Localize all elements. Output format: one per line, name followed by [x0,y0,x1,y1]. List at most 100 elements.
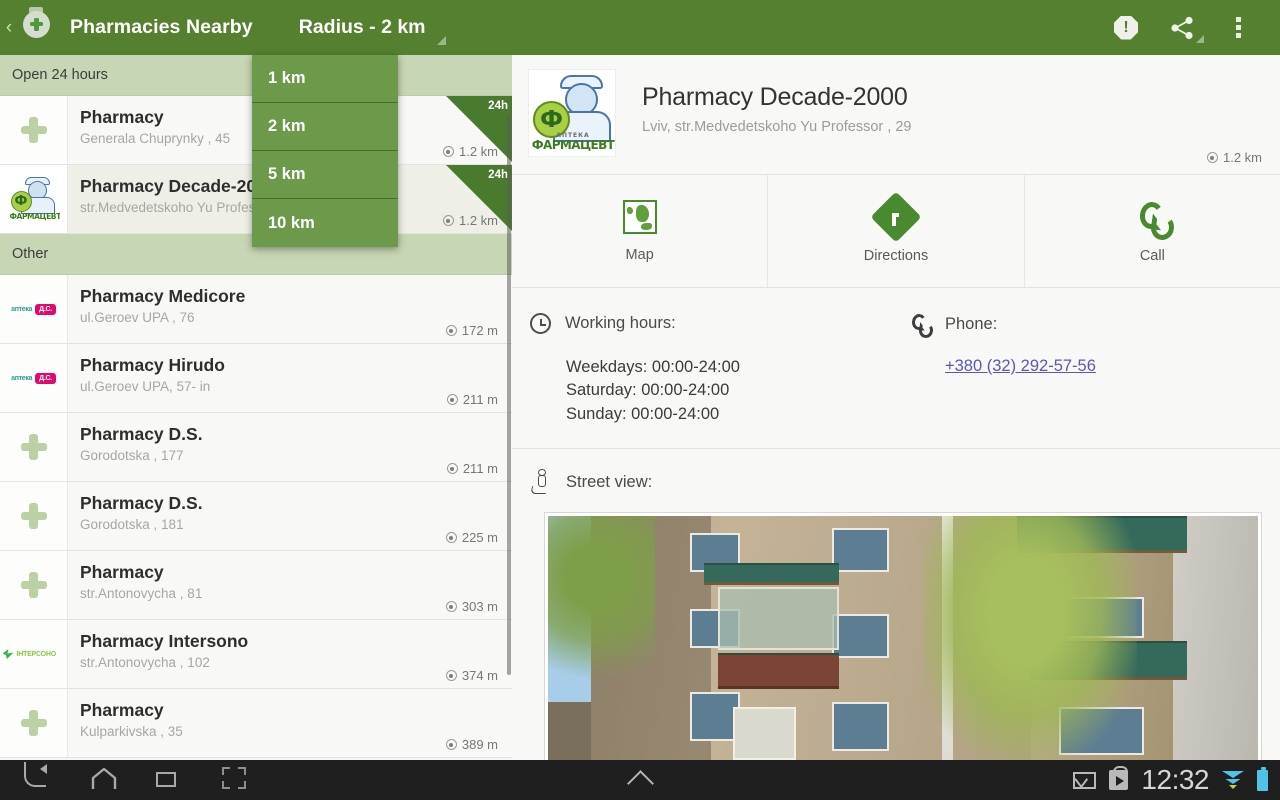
working-hours-label: Working hours: [565,314,676,332]
phone-block: Phone: +380 (32) 292-57-56 [901,313,1280,426]
target-icon [446,394,458,405]
detail-header: АПТЕКА ФАРМАЦЕВТ Pharmacy Decade-2000 Lv… [512,55,1280,175]
list-item-body: Pharmacy Medicore ul.Geroev UPA , 76 172… [68,275,512,343]
street-view-header: Street view: [529,469,1280,495]
list-item-name: Pharmacy [80,700,164,720]
back-button[interactable] [23,762,54,793]
overflow-menu-button[interactable] [1210,0,1266,55]
intersono-logo-icon: ІНТЕРСОНО [0,620,68,688]
list-item-body: Pharmacy Hirudo ul.Geroev UPA, 57- in 21… [68,344,512,412]
target-icon [442,146,454,157]
action-bar: ‹ Pharmacies Nearby Radius - 2 km [0,0,1280,55]
back-chevron-icon[interactable]: ‹ [2,18,16,37]
wifi-icon[interactable] [1222,770,1244,790]
working-hours-values: Weekdays: 00:00-24:00 Saturday: 00:00-24… [530,356,901,426]
battery-icon[interactable] [1257,766,1268,791]
nav-buttons [0,762,252,793]
street-view-pegman-icon [529,469,554,495]
list-item[interactable]: Pharmacy D.S. Gorodotska , 181 225 m [0,482,512,551]
list-item-distance: 225 m [445,530,498,545]
target-icon [442,215,454,226]
list-item-distance: 1.2 km [442,144,498,159]
list-item-name: Pharmacy Medicore [80,286,246,306]
map-icon [622,199,657,234]
detail-distance: 1.2 km [1206,150,1262,165]
working-hours-header: Working hours: [530,313,901,334]
gmail-icon[interactable] [1073,771,1097,789]
alert-icon [1114,15,1138,40]
street-view-frame[interactable] [544,512,1262,760]
page-title: Pharmacies Nearby [70,16,253,38]
green-cross-icon [0,96,68,164]
screenshot-button[interactable] [222,767,252,793]
radius-spinner[interactable]: Radius - 2 km [299,0,454,55]
working-hours-block: Working hours: Weekdays: 00:00-24:00 Sat… [512,313,901,426]
app-root: ‹ Pharmacies Nearby Radius - 2 km ! Open… [0,0,1280,800]
green-cross-icon [0,689,68,757]
chevron-up-icon [626,769,654,797]
farmacevt-logo-icon: ФАРМАЦЕВТ [0,165,68,233]
radius-option-2km[interactable]: 2 km [252,103,398,151]
hours-saturday: Saturday: 00:00-24:00 [566,381,730,400]
pin-cross-icon [30,17,43,31]
expand-notifications-button[interactable] [620,760,660,800]
status-tray[interactable]: 12:32 [1073,760,1280,800]
target-icon [445,739,457,750]
play-store-icon[interactable] [1109,766,1129,790]
detail-header-text: Pharmacy Decade-2000 Lviv, str.Medvedets… [616,69,911,135]
list-item-distance: 374 m [445,668,498,683]
apteka-ds-logo-icon: аптека Д.С. [0,344,68,412]
screenshot-icon [222,767,246,789]
target-icon [445,325,457,336]
status-clock[interactable]: 12:32 [1141,766,1209,794]
action-bar-icons [1098,0,1280,55]
call-button[interactable]: Call [1025,175,1280,287]
radius-option-5km[interactable]: 5 km [252,151,398,199]
pharmacy-detail-pane: АПТЕКА ФАРМАЦЕВТ Pharmacy Decade-2000 Lv… [512,55,1280,760]
radius-dropdown-menu[interactable]: 1 km 2 km 5 km 10 km [252,55,398,247]
share-icon [1171,16,1193,39]
list-item-distance: 172 m [445,323,498,338]
list-scrollbar[interactable] [507,115,511,675]
radius-option-10km[interactable]: 10 km [252,199,398,247]
share-button[interactable] [1154,0,1210,55]
list-item-name: Pharmacy D.S. [80,493,203,513]
green-cross-icon [0,482,68,550]
radius-spinner-label: Radius - 2 km [298,16,426,38]
detail-action-row: Map Directions Call [512,175,1280,288]
map-button[interactable]: Map [512,175,769,287]
list-item[interactable]: ІНТЕРСОНО Pharmacy Intersono str.Antonov… [0,620,512,689]
list-item-name: Pharmacy Intersono [80,631,249,651]
list-item-distance: 389 m [445,737,498,752]
list-item[interactable]: Pharmacy str.Antonovycha , 81 303 m [0,551,512,620]
app-pin-icon[interactable] [16,6,56,50]
list-item[interactable]: аптека Д.С. Pharmacy Medicore ul.Geroev U… [0,275,512,344]
list-item[interactable]: аптека Д.С. Pharmacy Hirudo ul.Geroev UPA… [0,344,512,413]
recent-apps-button[interactable] [156,767,186,793]
phone-number-link[interactable]: +380 (32) 292-57-56 [909,357,1280,376]
call-button-label: Call [1139,247,1165,264]
list-item-body: Pharmacy D.S. Gorodotska , 177 211 m [68,413,512,481]
home-button[interactable] [90,767,120,793]
directions-button[interactable]: Directions [768,175,1025,287]
detail-name: Pharmacy Decade-2000 [642,83,908,111]
phone-icon [1134,199,1170,235]
phone-label: Phone: [945,314,998,333]
overflow-menu-icon [1235,17,1241,38]
recent-apps-icon [156,767,186,787]
list-item-name: Pharmacy [80,562,164,582]
directions-icon [870,191,922,242]
radius-option-1km[interactable]: 1 km [252,55,398,103]
target-icon [445,532,457,543]
system-nav-bar: 12:32 [0,760,1280,800]
list-item-body: Pharmacy Intersono str.Antonovycha , 102… [68,620,512,688]
list-item-name: Pharmacy Hirudo [80,355,225,375]
list-item[interactable]: Pharmacy D.S. Gorodotska , 177 211 m [0,413,512,482]
street-view-image[interactable] [548,516,1258,760]
alert-button[interactable] [1098,0,1154,55]
back-icon [23,762,47,787]
street-view-block: Street view: [512,449,1280,760]
directions-button-label: Directions [863,247,929,264]
clock-icon [530,313,551,334]
list-item[interactable]: Pharmacy Kulparkivska , 35 389 m [0,689,512,758]
